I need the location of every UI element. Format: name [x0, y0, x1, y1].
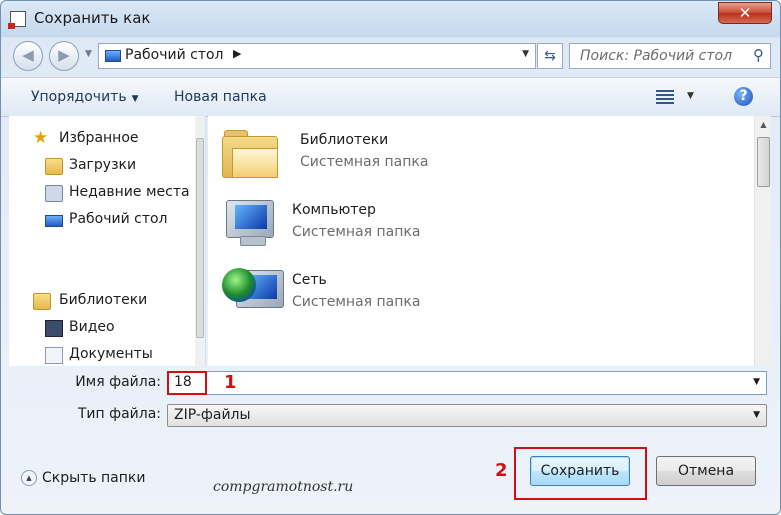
navigation-scrollbar[interactable] — [195, 116, 205, 366]
filetype-dropdown-icon[interactable]: ▼ — [753, 410, 760, 420]
search-input[interactable]: Поиск: Рабочий стол ⚲ — [569, 43, 771, 69]
item-type: Системная папка — [292, 224, 421, 240]
recent-pages-dropdown-icon[interactable]: ▼ — [85, 49, 92, 59]
filename-input[interactable]: 18 ▼ — [167, 371, 767, 395]
list-item[interactable]: Библиотеки Системная папка — [222, 124, 442, 184]
list-item[interactable]: Сеть Системная папка — [222, 264, 442, 324]
save-as-dialog: Сохранить как ✕ ◀ ▶ ▼ Рабочий стол ▶ ▼ ⇆… — [0, 0, 781, 515]
view-dropdown-icon[interactable]: ▼ — [687, 91, 694, 101]
desktop-icon — [45, 215, 63, 227]
watermark: compgramotnost.ru — [213, 479, 354, 495]
filename-label: Имя файла: — [75, 374, 161, 390]
new-folder-button[interactable]: Новая папка — [174, 89, 267, 105]
hide-folders-label: Скрыть папки — [42, 470, 146, 486]
star-icon: ★ — [33, 128, 49, 148]
sidebar-item-label: Рабочий стол — [69, 211, 168, 227]
file-list-scrollbar[interactable]: ▲ — [754, 116, 771, 366]
scrollbar-thumb[interactable] — [757, 137, 770, 187]
documents-icon — [45, 347, 63, 364]
list-item[interactable]: Компьютер Системная папка — [222, 194, 442, 254]
navigation-pane: ★ Избранное Загрузки Недавние места Рабо… — [9, 116, 206, 366]
address-dropdown-icon[interactable]: ▼ — [522, 49, 529, 59]
video-icon — [45, 320, 63, 337]
sidebar-item-label: Документы — [69, 346, 153, 362]
back-button[interactable]: ◀ — [13, 41, 43, 71]
organize-label: Упорядочить — [31, 89, 127, 105]
filename-dropdown-icon[interactable]: ▼ — [753, 377, 760, 387]
scrollbar-thumb[interactable] — [196, 138, 204, 338]
desktop-icon — [105, 50, 121, 62]
refresh-button[interactable]: ⇆ — [537, 43, 563, 69]
globe-icon — [222, 268, 256, 302]
item-name: Компьютер — [292, 202, 376, 218]
chevron-down-icon: ▼ — [131, 94, 139, 104]
sidebar-item-label: Загрузки — [69, 157, 137, 173]
close-button[interactable]: ✕ — [718, 2, 772, 24]
forward-button[interactable]: ▶ — [49, 41, 79, 71]
sidebar-item-label: Недавние места — [69, 184, 190, 200]
computer-icon — [226, 200, 274, 238]
item-type: Системная папка — [292, 294, 421, 310]
sidebar-item-label: Избранное — [59, 130, 139, 146]
change-view-icon[interactable] — [656, 88, 674, 104]
command-toolbar: Упорядочить ▼ Новая папка ▼ ? — [1, 77, 780, 117]
file-list: Библиотеки Системная папка Компьютер Сис… — [208, 116, 771, 366]
address-location[interactable]: Рабочий стол — [125, 47, 224, 63]
save-button[interactable]: Сохранить — [530, 456, 630, 486]
search-placeholder[interactable]: Поиск: Рабочий стол — [580, 48, 732, 64]
window-title: Сохранить как — [34, 9, 151, 27]
address-bar[interactable]: Рабочий стол ▶ ▼ — [98, 43, 536, 69]
title-bar: Сохранить как ✕ — [1, 1, 780, 37]
filetype-label: Тип файла: — [77, 406, 161, 422]
annotation-number-2: 2 — [495, 460, 508, 481]
recent-places-icon — [45, 185, 63, 202]
scroll-up-icon[interactable]: ▲ — [755, 120, 771, 129]
organize-button[interactable]: Упорядочить ▼ — [31, 89, 139, 105]
help-button[interactable]: ? — [734, 87, 753, 106]
filetype-value[interactable]: ZIP-файлы — [174, 407, 251, 423]
cancel-button[interactable]: Отмена — [656, 456, 756, 486]
downloads-folder-icon — [45, 158, 63, 175]
breadcrumb-arrow-icon[interactable]: ▶ — [233, 47, 241, 60]
item-type: Системная папка — [300, 154, 429, 170]
sidebar-item-label: Библиотеки — [59, 292, 148, 308]
app-icon — [8, 11, 26, 29]
sidebar-item-label: Видео — [69, 319, 115, 335]
hide-folders-button[interactable]: ▲ Скрыть папки — [21, 470, 145, 486]
navigation-bar: ◀ ▶ ▼ Рабочий стол ▶ ▼ ⇆ Поиск: Рабочий … — [1, 37, 780, 77]
magnifier-icon[interactable]: ⚲ — [753, 46, 764, 64]
collapse-up-icon: ▲ — [21, 470, 37, 486]
libraries-icon — [33, 293, 51, 310]
libraries-folder-icon — [222, 128, 278, 178]
filetype-select[interactable]: ZIP-файлы ▼ — [167, 404, 767, 427]
annotation-number-1: 1 — [224, 372, 237, 393]
item-name: Библиотеки — [300, 132, 389, 148]
annotation-box-1 — [167, 371, 207, 395]
item-name: Сеть — [292, 272, 327, 288]
